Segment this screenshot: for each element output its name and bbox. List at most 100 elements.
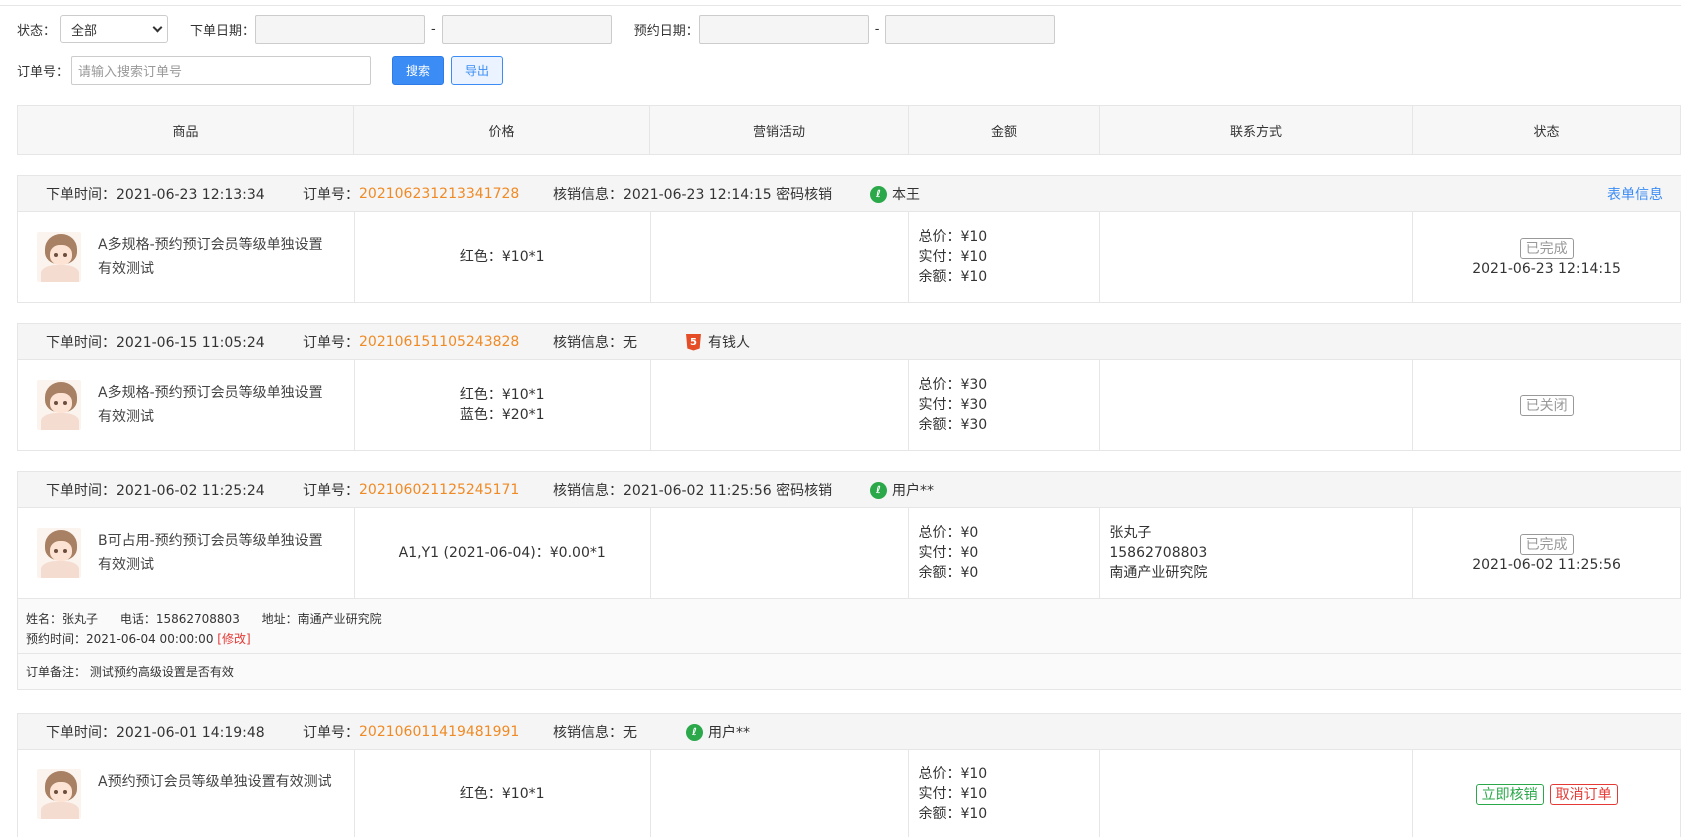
status-date: 2021-06-02 11:25:56 [1472,556,1621,573]
order-user: 5 有钱人 [686,324,750,360]
promotion-cell [651,750,910,837]
date-range-dash: - [431,21,436,37]
top-divider [0,0,1681,6]
promotion-cell [651,360,910,450]
status-badge: 已完成 [1519,237,1574,259]
order-user: ℓ 用户** [870,472,934,508]
balance-amount: 余额：¥10 [918,269,988,285]
price-line: 红色：¥10*1 [459,387,545,403]
order-card: 下单时间：2021-06-23 12:13:34 订单号： 20210623121… [17,175,1681,303]
header-amount: 金额 [909,106,1100,154]
status-select[interactable]: 全部 [60,15,169,43]
appointment-date-label: 预约日期： [633,23,699,39]
price-line: 红色：¥10*1 [459,786,545,802]
order-date-label: 下单日期： [190,23,256,39]
paid-amount: 实付：¥30 [918,397,988,413]
contact-name: 张丸子 [1109,525,1152,541]
chevron-down-icon [152,22,163,32]
order-extra-info: 姓名：张丸子 电话：15862708803 地址：南通产业研究院 预约时间：20… [18,598,1681,653]
price-cell: A1,Y1 (2021-06-04)：¥0.00*1 [355,508,651,598]
order-no-value[interactable]: 202106011419481991 [359,724,519,740]
cancel-order-button[interactable]: 取消订单 [1549,783,1618,805]
header-product: 商品 [17,106,354,154]
order-card: 下单时间：2021-06-02 11:25:24 订单号： 20210602112… [17,471,1681,690]
date-range-dash: - [874,21,880,37]
search-button[interactable]: 搜索 [392,55,445,85]
price-line: A1,Y1 (2021-06-04)：¥0.00*1 [398,545,606,561]
order-header: 下单时间：2021-06-01 14:19:48 订单号： 20210601141… [18,714,1681,750]
order-no-label: 订单号： [17,64,70,80]
modify-appointment-link[interactable]: [修改] [217,632,250,646]
promotion-cell [651,212,910,302]
order-date-end-input[interactable] [441,14,612,44]
verify-now-button[interactable]: 立即核销 [1475,783,1544,805]
order-row: B可占用-预约预订会员等级单独设置有效测试 A1,Y1 (2021-06-04)… [18,508,1681,598]
order-row: A预约预订会员等级单独设置有效测试 红色：¥10*1 总价：¥10 实付：¥10… [18,750,1681,837]
extra-appointment-time: 预约时间：2021-06-04 00:00:00 [26,632,214,646]
order-header: 下单时间：2021-06-23 12:13:34 订单号： 20210623121… [18,176,1681,212]
appointment-date-end-input[interactable] [885,14,1056,44]
status-cell: 已完成 2021-06-02 11:25:56 [1413,508,1681,598]
header-contact: 联系方式 [1100,106,1413,154]
order-no-value[interactable]: 202106021125245171 [359,482,519,498]
contact-cell [1100,360,1414,450]
verify-info: 核销信息：2021-06-02 11:25:56 密码核销 [553,483,833,499]
order-no-search-input[interactable]: 请输入搜索订单号 [71,55,372,85]
product-thumbnail [37,769,81,819]
order-header: 下单时间：2021-06-02 11:25:24 订单号： 20210602112… [18,472,1681,508]
order-row: A多规格-预约预订会员等级单独设置有效测试 红色：¥10*1 总价：¥10 实付… [18,212,1681,302]
contact-cell [1100,212,1414,302]
order-card: 下单时间：2021-06-01 14:19:48 订单号： 20210601141… [17,713,1681,837]
order-remark: 订单备注： 测试预约高级设置是否有效 [18,653,1681,689]
table-header: 商品 价格 营销活动 金额 联系方式 状态 [17,105,1681,155]
paid-amount: 实付：¥0 [918,545,979,561]
order-user-name: 本王 [892,187,920,203]
extra-name: 姓名：张丸子 [26,612,99,626]
status-cell: 已关闭 [1413,360,1681,450]
status-badge: 已关闭 [1519,394,1574,416]
contact-cell: 张丸子 15862708803 南通产业研究院 [1100,508,1414,598]
product-title[interactable]: B可占用-预约预订会员等级单独设置有效测试 [98,529,334,577]
header-status: 状态 [1413,106,1681,154]
order-time: 下单时间：2021-06-02 11:25:24 [46,483,265,499]
verify-info: 核销信息：无 [553,725,637,741]
miniprogram-icon: ℓ [870,185,887,203]
order-no: 订单号： 202106021125245171 [303,472,519,508]
paid-amount: 实付：¥10 [918,786,988,802]
product-title[interactable]: A多规格-预约预订会员等级单独设置有效测试 [98,381,334,429]
order-card: 下单时间：2021-06-15 11:05:24 订单号： 20210615110… [17,323,1681,451]
order-no-value[interactable]: 202106231213341728 [359,186,519,202]
paid-amount: 实付：¥10 [918,249,988,265]
order-no: 订单号： 202106011419481991 [303,714,519,750]
product-cell: A多规格-预约预订会员等级单独设置有效测试 [18,212,355,302]
status-select-value: 全部 [71,23,98,39]
header-price: 价格 [354,106,650,154]
order-no-label: 订单号： [303,187,359,203]
order-header: 下单时间：2021-06-15 11:05:24 订单号： 20210615110… [18,324,1681,360]
status-cell: 立即核销 取消订单 [1413,750,1681,837]
order-no: 订单号： 202106231213341728 [303,176,519,212]
order-remark-text: 订单备注： 测试预约高级设置是否有效 [26,665,234,679]
order-no-value[interactable]: 202106151105243828 [359,334,519,350]
price-cell: 红色：¥10*1 [355,750,651,837]
export-button[interactable]: 导出 [451,55,504,85]
price-line: 红色：¥10*1 [459,249,545,265]
order-no-label: 订单号： [303,483,359,499]
form-info-link[interactable]: 表单信息 [1607,176,1663,212]
extra-address: 地址：南通产业研究院 [261,612,382,626]
order-user-name: 用户** [708,725,750,741]
order-time: 下单时间：2021-06-23 12:13:34 [46,187,265,203]
price-cell: 红色：¥10*1 [355,212,651,302]
appointment-date-start-input[interactable] [698,14,869,44]
order-date-start-input[interactable] [255,14,426,44]
order-no: 订单号： 202106151105243828 [303,324,519,360]
product-title[interactable]: A预约预订会员等级单独设置有效测试 [98,770,348,794]
order-no-label: 订单号： [303,725,359,741]
contact-cell [1100,750,1414,837]
product-title[interactable]: A多规格-预约预订会员等级单独设置有效测试 [98,233,334,281]
order-user-name: 有钱人 [708,335,750,351]
contact-phone: 15862708803 [1109,545,1208,561]
filter-bar: 状态： 全部 下单日期： - 预约日期： - 订单号： 请输入搜索订单号 搜索 … [17,14,1667,85]
balance-amount: 余额：¥30 [918,417,988,433]
product-thumbnail [37,232,81,282]
